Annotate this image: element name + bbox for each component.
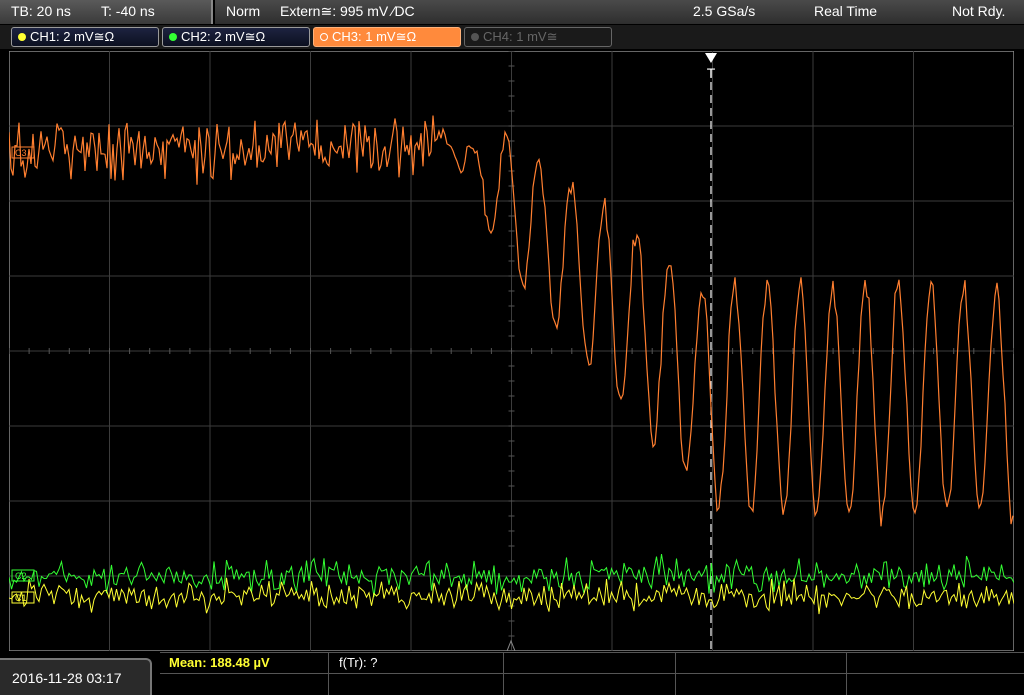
measurement-divider	[675, 652, 676, 695]
channel-2-dot-icon	[169, 33, 177, 41]
trigger-source-label: Extern≅: 995 mV ∕DC	[280, 3, 415, 19]
channel-1-label: CH1: 2 mV≅Ω	[30, 29, 115, 44]
acquisition-mode-label: Real Time	[814, 3, 878, 19]
top-status-bar: TB: 20 ns T: -40 ns Norm Extern≅: 995 mV…	[0, 0, 1024, 24]
datetime-panel: 2016-11-28 03:17	[0, 658, 152, 695]
measurement-divider	[846, 652, 847, 695]
trigger-time-label: T: -40 ns	[101, 3, 155, 19]
bottom-bar: 2016-11-28 03:17 Mean: 188.48 µV f(Tr): …	[0, 652, 1024, 695]
sample-rate-label: 2.5 GSa/s	[693, 3, 756, 19]
trigger-marker-label: T	[707, 65, 716, 81]
channel-3-tab[interactable]: CH3: 1 mV≅Ω	[313, 27, 461, 47]
channel-4-tab[interactable]: CH4: 1 mV≅	[464, 27, 612, 47]
channel-1-dot-icon	[18, 33, 26, 41]
channel-3-label: CH3: 1 mV≅Ω	[332, 29, 417, 44]
waveform-canvas: T C3 C2 C1	[9, 51, 1014, 651]
timebase-label: TB: 20 ns	[11, 3, 71, 19]
channel-1-marker-text: C1	[15, 593, 27, 603]
channel-2-label: CH2: 2 mV≅Ω	[181, 29, 266, 44]
measurement-divider	[503, 652, 504, 695]
mean-measurement[interactable]: Mean: 188.48 µV	[169, 655, 270, 670]
channel-2-marker-text: C2	[15, 571, 27, 581]
frequency-trigger-measurement[interactable]: f(Tr): ?	[339, 655, 378, 670]
channel-tab-row: CH1: 2 mV≅Ω CH2: 2 mV≅Ω CH3: 1 mV≅Ω CH4:…	[0, 25, 1024, 49]
measurement-divider	[160, 652, 1024, 653]
channel-4-label: CH4: 1 mV≅	[483, 29, 558, 44]
trigger-mode-label: Norm	[226, 3, 261, 19]
measurement-divider	[328, 652, 329, 695]
channel-3-dot-icon	[320, 33, 328, 41]
trigger-panel[interactable]: Norm Extern≅: 995 mV ∕DC 2.5 GSa/s Real …	[215, 0, 1024, 24]
channel-1-tab[interactable]: CH1: 2 mV≅Ω	[11, 27, 159, 47]
measurement-divider	[160, 673, 1024, 674]
timebase-panel[interactable]: TB: 20 ns T: -40 ns	[0, 0, 213, 24]
channel-2-tab[interactable]: CH2: 2 mV≅Ω	[162, 27, 310, 47]
measurement-panel[interactable]: Mean: 188.48 µV f(Tr): ?	[160, 652, 1024, 695]
channel-3-marker-text: C3	[15, 148, 27, 158]
status-label: Not Rdy.	[952, 3, 1006, 19]
waveform-display[interactable]: T C3 C2 C1	[9, 51, 1014, 651]
datetime-label: 2016-11-28 03:17	[12, 670, 122, 686]
channel-4-dot-icon	[471, 33, 479, 41]
